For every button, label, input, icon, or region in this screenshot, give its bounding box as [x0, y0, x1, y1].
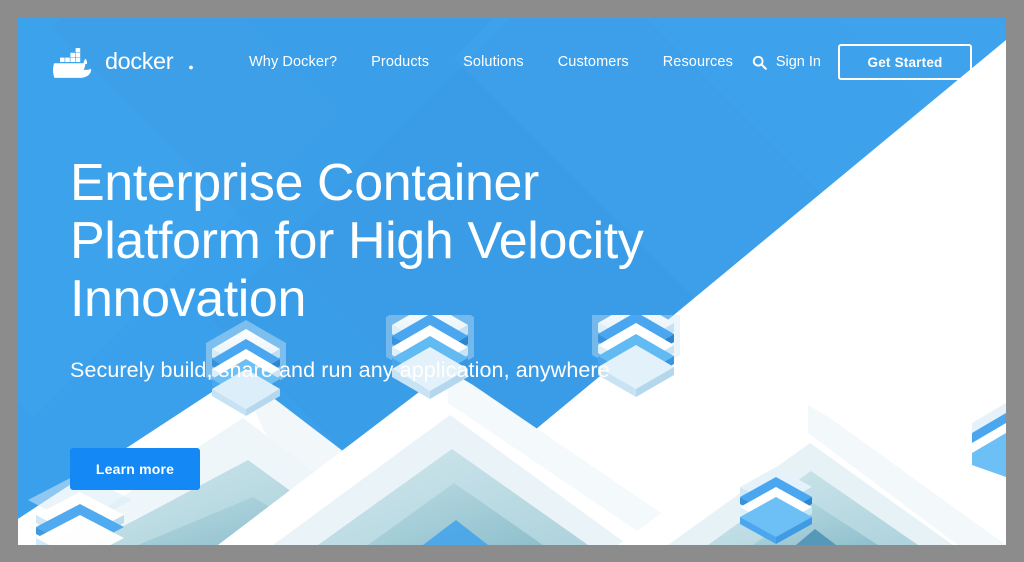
hero-title: Enterprise Container Platform for High V… [70, 154, 644, 328]
search-icon[interactable] [752, 55, 767, 70]
hero-subtitle: Securely build, share and run any applic… [70, 358, 610, 382]
site-header: docker Why Docker? Products Solutions Cu… [18, 18, 1006, 106]
nav-item-customers[interactable]: Customers [558, 54, 629, 70]
learn-more-button[interactable]: Learn more [70, 448, 200, 490]
hero-copy: Enterprise Container Platform for High V… [70, 154, 770, 490]
svg-text:docker: docker [105, 49, 174, 74]
docker-whale-icon [53, 48, 92, 78]
nav-item-solutions[interactable]: Solutions [463, 54, 524, 70]
page-viewport: docker Why Docker? Products Solutions Cu… [18, 18, 1006, 545]
nav-item-why-docker[interactable]: Why Docker? [249, 54, 337, 70]
nav-item-resources[interactable]: Resources [663, 54, 733, 70]
header-actions: Sign In Get Started [752, 44, 972, 80]
sign-in-label: Sign In [775, 54, 821, 70]
docker-logo-link[interactable]: docker [52, 45, 195, 79]
main-navigation: Why Docker? Products Solutions Customers… [249, 54, 733, 70]
sign-in-link[interactable]: Sign In [752, 54, 821, 70]
window-frame: docker Why Docker? Products Solutions Cu… [0, 0, 1024, 562]
get-started-button[interactable]: Get Started [838, 44, 972, 80]
nav-item-products[interactable]: Products [371, 54, 429, 70]
docker-wordmark: docker [105, 49, 193, 74]
